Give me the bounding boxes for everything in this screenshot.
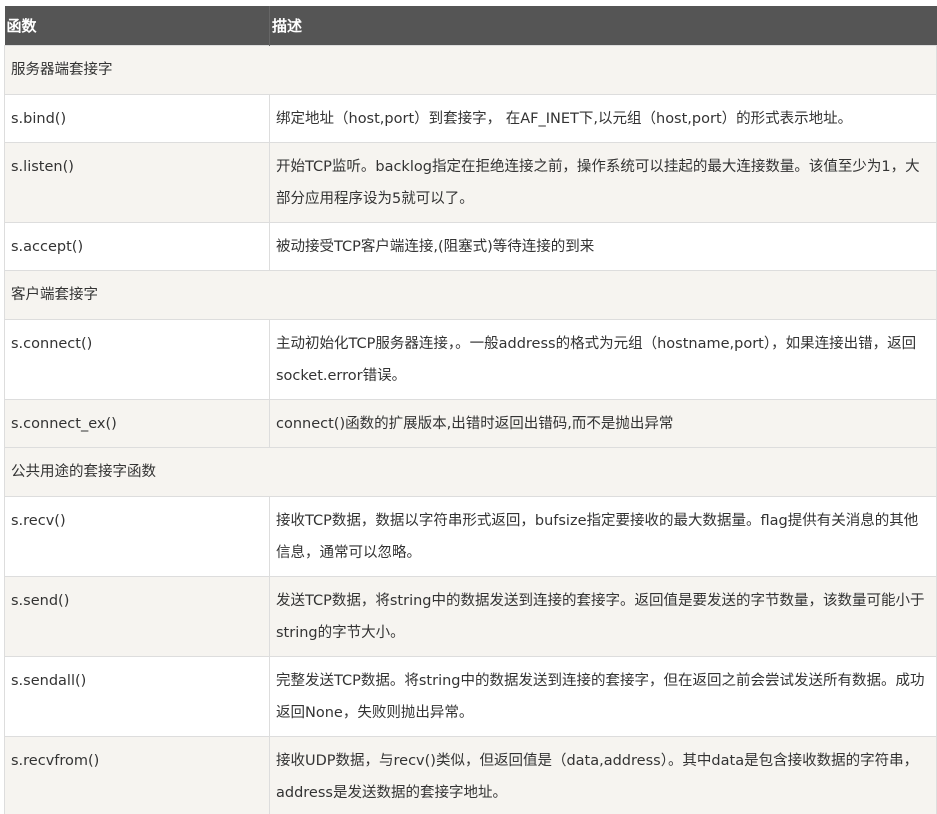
function-description: 开始TCP监听。backlog指定在拒绝连接之前，操作系统可以挂起的最大连接数量… bbox=[269, 142, 937, 223]
header-function: 函数 bbox=[4, 6, 270, 46]
function-name: s.sendall() bbox=[4, 656, 270, 737]
header-description: 描述 bbox=[269, 6, 937, 46]
section-row: 公共用途的套接字函数 bbox=[4, 447, 937, 497]
section-row: 客户端套接字 bbox=[4, 270, 937, 320]
section-label: 客户端套接字 bbox=[4, 270, 937, 320]
socket-functions-table: 函数 描述 服务器端套接字 s.bind() 绑定地址（host,port）到套… bbox=[4, 6, 937, 814]
function-name: s.bind() bbox=[4, 94, 270, 143]
table-row: s.recv() 接收TCP数据，数据以字符串形式返回，bufsize指定要接收… bbox=[4, 496, 937, 577]
function-name: s.connect_ex() bbox=[4, 399, 270, 448]
function-name: s.accept() bbox=[4, 222, 270, 271]
section-row: 服务器端套接字 bbox=[4, 45, 937, 95]
function-description: 发送TCP数据，将string中的数据发送到连接的套接字。返回值是要发送的字节数… bbox=[269, 576, 937, 657]
function-description: 绑定地址（host,port）到套接字， 在AF_INET下,以元组（host,… bbox=[269, 94, 937, 143]
function-name: s.listen() bbox=[4, 142, 270, 223]
table-row: s.recvfrom() 接收UDP数据，与recv()类似，但返回值是（dat… bbox=[4, 736, 937, 814]
page: 函数 描述 服务器端套接字 s.bind() 绑定地址（host,port）到套… bbox=[0, 0, 937, 814]
function-name: s.recv() bbox=[4, 496, 270, 577]
table-row: s.sendall() 完整发送TCP数据。将string中的数据发送到连接的套… bbox=[4, 656, 937, 737]
section-label: 服务器端套接字 bbox=[4, 45, 937, 95]
function-description: 完整发送TCP数据。将string中的数据发送到连接的套接字，但在返回之前会尝试… bbox=[269, 656, 937, 737]
function-description: 接收TCP数据，数据以字符串形式返回，bufsize指定要接收的最大数据量。fl… bbox=[269, 496, 937, 577]
function-name: s.send() bbox=[4, 576, 270, 657]
function-description: connect()函数的扩展版本,出错时返回出错码,而不是抛出异常 bbox=[269, 399, 937, 448]
table-row: s.send() 发送TCP数据，将string中的数据发送到连接的套接字。返回… bbox=[4, 576, 937, 657]
table-header-row: 函数 描述 bbox=[4, 6, 937, 46]
function-description: 主动初始化TCP服务器连接，。一般address的格式为元组（hostname,… bbox=[269, 319, 937, 400]
table-row: s.listen() 开始TCP监听。backlog指定在拒绝连接之前，操作系统… bbox=[4, 142, 937, 223]
table-row: s.bind() 绑定地址（host,port）到套接字， 在AF_INET下,… bbox=[4, 94, 937, 143]
table-row: s.accept() 被动接受TCP客户端连接,(阻塞式)等待连接的到来 bbox=[4, 222, 937, 271]
function-description: 接收UDP数据，与recv()类似，但返回值是（data,address）。其中… bbox=[269, 736, 937, 814]
table-row: s.connect() 主动初始化TCP服务器连接，。一般address的格式为… bbox=[4, 319, 937, 400]
function-name: s.connect() bbox=[4, 319, 270, 400]
function-description: 被动接受TCP客户端连接,(阻塞式)等待连接的到来 bbox=[269, 222, 937, 271]
function-name: s.recvfrom() bbox=[4, 736, 270, 814]
section-label: 公共用途的套接字函数 bbox=[4, 447, 937, 497]
table-row: s.connect_ex() connect()函数的扩展版本,出错时返回出错码… bbox=[4, 399, 937, 448]
